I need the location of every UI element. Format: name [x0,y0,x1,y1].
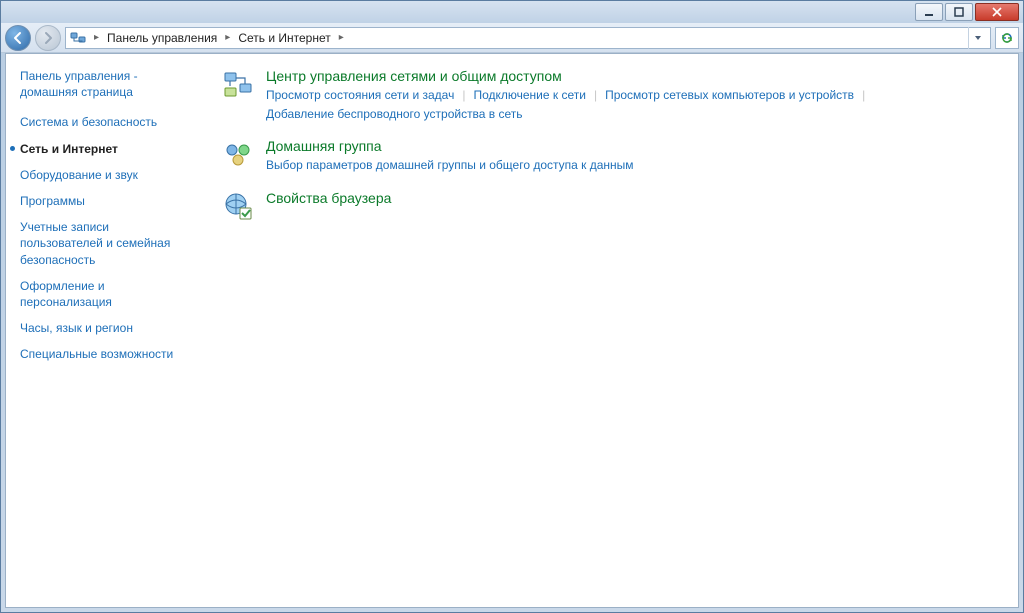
titlebar [1,1,1023,23]
category: Домашняя группа Выбор параметров домашней… [222,138,1000,175]
sidebar-item[interactable]: Учетные записи пользователей и семейная … [20,219,194,268]
minimize-button[interactable] [915,3,943,21]
sidebar-item[interactable]: Оборудование и звук [20,167,194,183]
sidebar-home-link[interactable]: Панель управления - домашняя страница [20,68,194,100]
sidebar-item[interactable]: Специальные возможности [20,346,194,362]
category-link[interactable]: Просмотр состояния сети и задач [266,86,454,105]
sidebar-item[interactable]: Система и безопасность [20,114,194,130]
category-icon[interactable] [222,138,254,170]
address-dropdown-button[interactable] [968,27,986,49]
sidebar-item[interactable]: Часы, язык и регион [20,320,194,336]
category-title[interactable]: Свойства браузера [266,190,1000,206]
back-button[interactable] [5,25,31,51]
maximize-button[interactable] [945,3,973,21]
breadcrumb-chevron-icon[interactable]: ▸ [92,32,101,43]
sidebar-item[interactable]: Сеть и Интернет [20,141,194,157]
category-icon[interactable] [222,190,254,222]
category-link[interactable]: Просмотр сетевых компьютеров и устройств [605,86,854,105]
link-divider: | [854,86,873,105]
breadcrumb-chevron-icon[interactable]: ▸ [223,32,232,43]
category-link[interactable]: Выбор параметров домашней группы и общег… [266,156,634,175]
category-body: Центр управления сетями и общим доступом… [266,68,1000,124]
link-divider: | [586,86,605,105]
category-links: Выбор параметров домашней группы и общег… [266,156,1000,175]
category: Центр управления сетями и общим доступом… [222,68,1000,124]
main-panel: Центр управления сетями и общим доступом… [204,54,1018,607]
control-panel-window: ▸ Панель управления ▸ Сеть и Интернет ▸ … [0,0,1024,613]
close-button[interactable] [975,3,1019,21]
window-controls [915,3,1019,21]
category-link[interactable]: Добавление беспроводного устройства в се… [266,105,523,124]
category-title[interactable]: Домашняя группа [266,138,1000,154]
address-bar[interactable]: ▸ Панель управления ▸ Сеть и Интернет ▸ [65,27,991,49]
breadcrumb-root[interactable]: Панель управления [107,31,217,45]
category-links: Просмотр состояния сети и задач|Подключе… [266,86,1000,124]
category-body: Домашняя группа Выбор параметров домашней… [266,138,1000,175]
sidebar-item[interactable]: Программы [20,193,194,209]
navigation-toolbar: ▸ Панель управления ▸ Сеть и Интернет ▸ [1,23,1023,53]
link-divider: | [454,86,473,105]
forward-button[interactable] [35,25,61,51]
category-title[interactable]: Центр управления сетями и общим доступом [266,68,1000,84]
network-category-icon [70,30,86,46]
breadcrumb-chevron-icon[interactable]: ▸ [337,32,346,43]
breadcrumb-current[interactable]: Сеть и Интернет [238,31,330,45]
category-link[interactable]: Подключение к сети [473,86,585,105]
sidebar: Панель управления - домашняя страница Си… [6,54,204,607]
refresh-button[interactable] [995,27,1019,49]
sidebar-item[interactable]: Оформление и персонализация [20,278,194,310]
category-body: Свойства браузера [266,190,1000,222]
category: Свойства браузера [222,190,1000,222]
category-icon[interactable] [222,68,254,100]
content-area: Панель управления - домашняя страница Си… [5,53,1019,608]
